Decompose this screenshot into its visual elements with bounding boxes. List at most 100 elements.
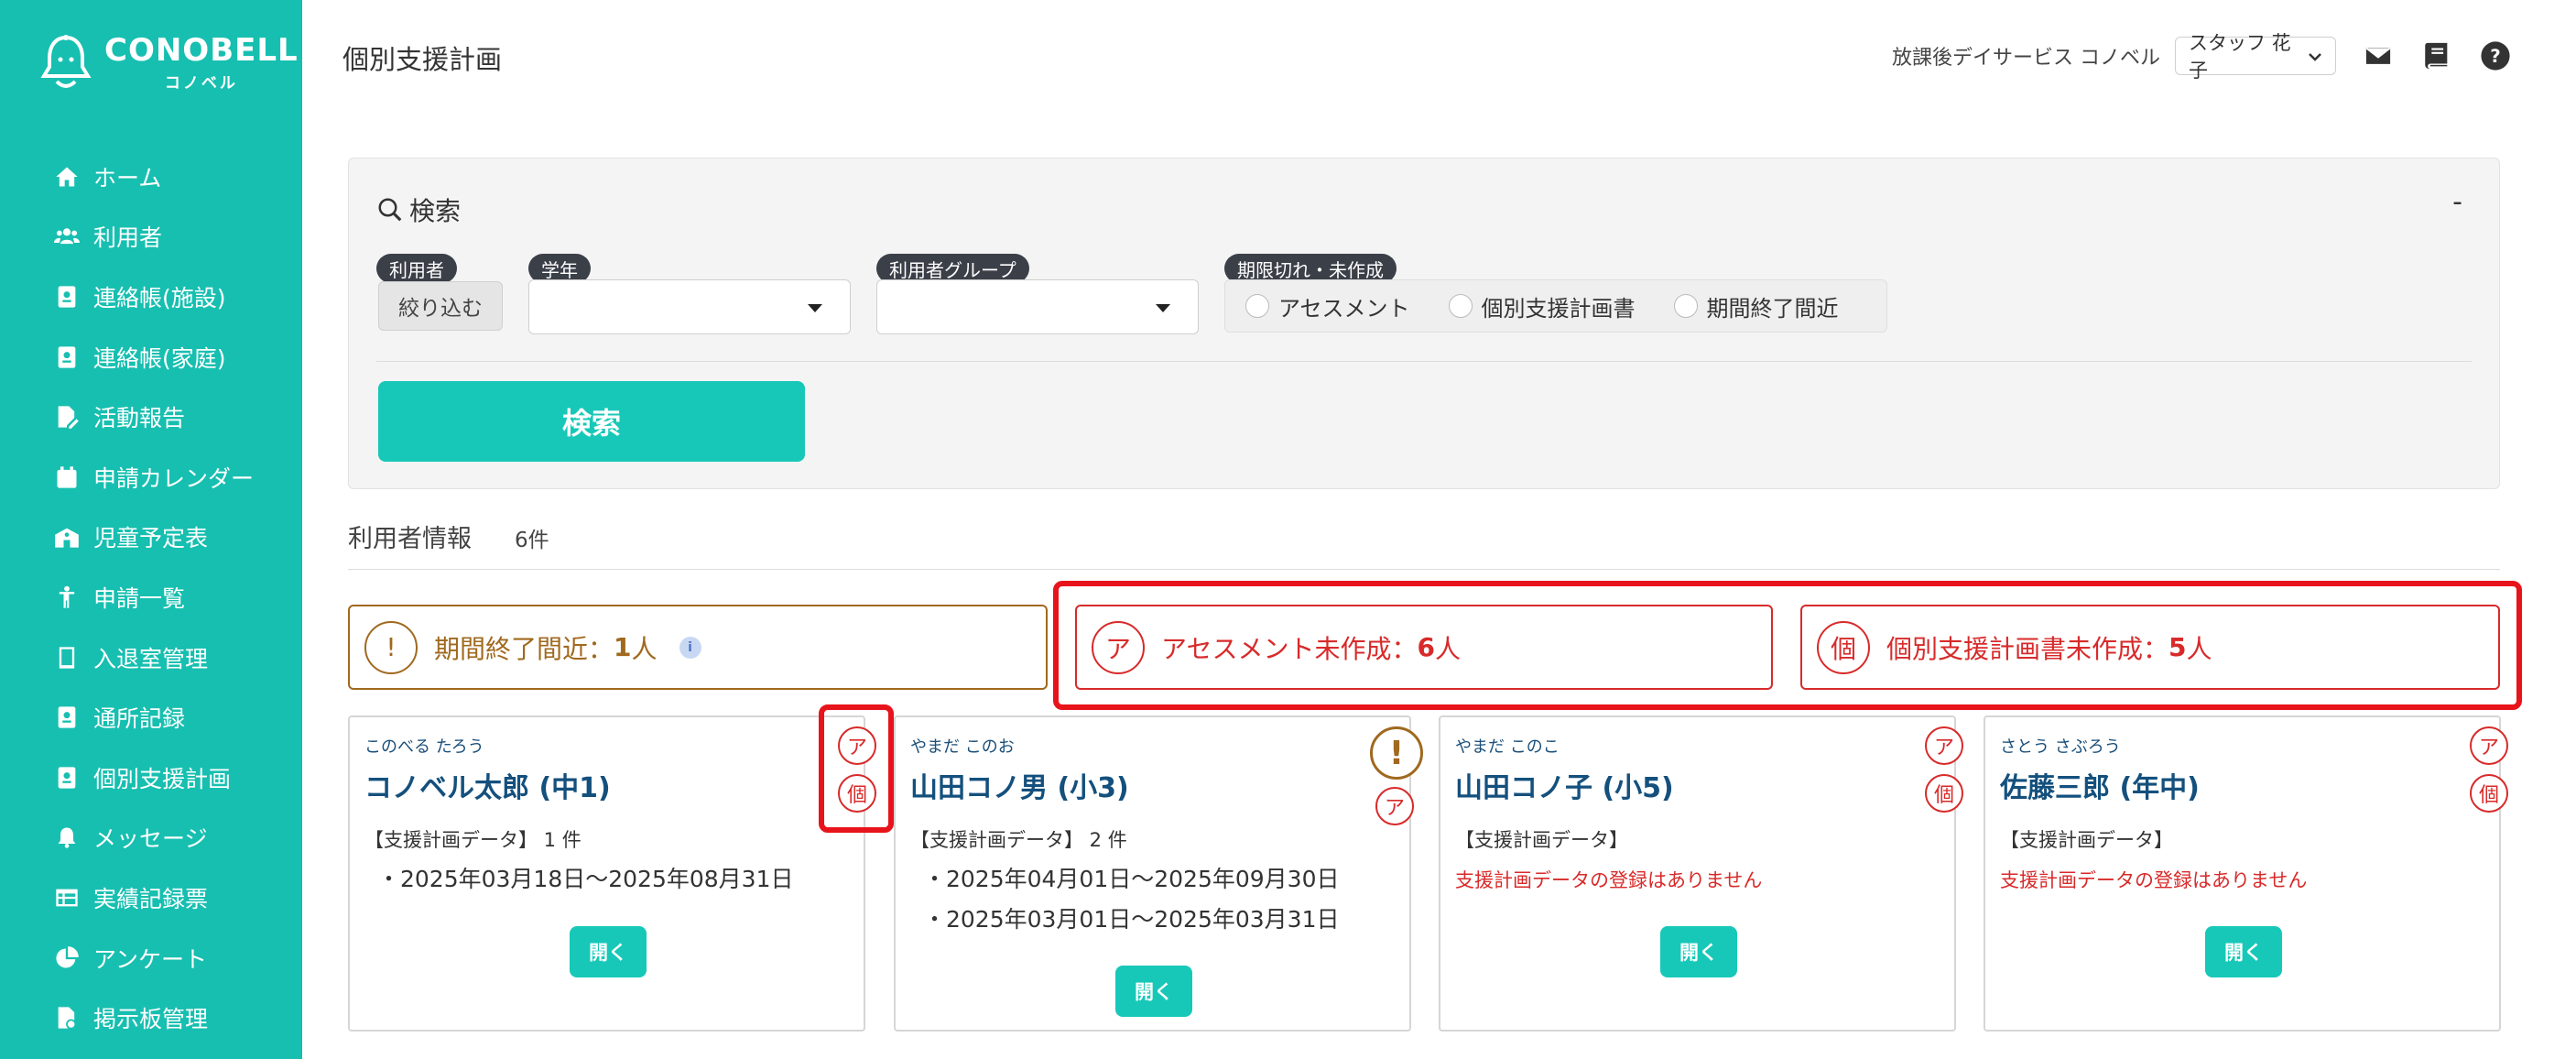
users-count: 6件 <box>515 529 549 552</box>
sidebar-item-request-list[interactable]: 申請一覧 <box>0 567 302 628</box>
grade-select[interactable] <box>528 279 851 334</box>
sidebar-item-users[interactable]: 利用者 <box>0 207 302 267</box>
users-icon <box>53 223 81 250</box>
info-icon[interactable]: i <box>679 636 701 659</box>
sidebar-item-entry-exit[interactable]: 入退室管理 <box>0 628 302 688</box>
radio-button[interactable] <box>1448 294 1473 318</box>
radio-period-ending[interactable]: 期間終了間近 <box>1673 290 1839 322</box>
sidebar-item-label: 利用者 <box>93 224 163 252</box>
sidebar-item-label: アンケート <box>93 945 208 973</box>
home-icon <box>53 163 81 191</box>
sidebar-item-activity-report[interactable]: 活動報告 <box>0 387 302 447</box>
highlight-box-alerts <box>1053 581 2522 710</box>
radio-label: 個別支援計画書 <box>1481 295 1636 322</box>
alert-unit: 人 <box>631 633 658 664</box>
sidebar-item-request-calendar[interactable]: 申請カレンダー <box>0 447 302 508</box>
help-icon[interactable]: ? <box>2479 39 2512 72</box>
sidebar-item-label: メッセージ <box>93 825 208 853</box>
user-name[interactable]: コノベル太郎 (中1) <box>364 765 611 805</box>
svg-text:?: ? <box>2490 46 2501 67</box>
plan-period: ・2025年03月18日～2025年08月31日 <box>377 866 794 892</box>
user-name[interactable]: 山田コノ男 (小3) <box>910 765 1129 805</box>
sidebar-item-home[interactable]: ホーム <box>0 147 302 207</box>
tablet-icon <box>53 644 81 671</box>
alert-period-ending[interactable]: ! 期間終了間近： 1 人 i <box>348 605 1048 690</box>
deadline-radio-group: アセスメント 個別支援計画書 期間終了間近 <box>1224 279 1887 333</box>
board-icon <box>53 1004 81 1032</box>
collapse-button[interactable]: - <box>2452 186 2462 218</box>
sidebar-item-child-schedule[interactable]: 児童予定表 <box>0 508 302 568</box>
mail-icon[interactable] <box>2362 39 2395 72</box>
alert-label: 期間終了間近： <box>434 633 614 664</box>
sidebar-item-label: 連絡帳(家庭) <box>93 344 226 372</box>
plan-data-summary: 【支援計画データ】 1 件 <box>364 829 582 851</box>
warning-icon: ! <box>1370 726 1423 780</box>
open-button[interactable]: 開く <box>2205 926 2282 977</box>
user-name[interactable]: 佐藤三郎 (年中) <box>2000 765 2200 805</box>
header-right: 放課後デイサービス コノベル スタッフ 花子 ? <box>1892 32 2512 82</box>
sidebar-item-label: 連絡帳(施設) <box>93 284 226 311</box>
plan-badge-icon: 個 <box>2470 774 2508 813</box>
sidebar-item-label: ホーム <box>93 164 162 191</box>
sidebar-item-label: 通所記録 <box>93 705 186 733</box>
sidebar-item-board[interactable]: 掲示板管理 <box>0 988 302 1048</box>
bell-logo-icon <box>40 34 92 88</box>
users-heading: 利用者情報 <box>348 525 472 553</box>
open-button[interactable]: 開く <box>1115 966 1192 1017</box>
table-icon <box>53 884 81 912</box>
user-card: やまだ このこ 山田コノ子 (小5) 【支援計画データ】 支援計画データの登録は… <box>1439 715 1963 1032</box>
radio-assessment[interactable]: アセスメント <box>1245 290 1410 322</box>
user-name[interactable]: 山田コノ子 (小5) <box>1455 765 1674 805</box>
open-button[interactable]: 開く <box>570 926 647 977</box>
app-logo[interactable]: CONOBELL コノベル <box>40 33 299 93</box>
radio-label: アセスメント <box>1278 295 1410 322</box>
divider <box>348 569 2500 570</box>
search-button[interactable]: 検索 <box>378 381 805 462</box>
plan-data-summary: 【支援計画データ】 <box>1455 829 1628 851</box>
sidebar-item-label: 入退室管理 <box>93 645 209 672</box>
user-card: さとう さぶろう 佐藤三郎 (年中) 【支援計画データ】 支援計画データの登録は… <box>1984 715 2508 1032</box>
contact-book-icon <box>53 283 81 311</box>
divider <box>376 361 2472 362</box>
plan-badge-icon: 個 <box>1925 774 1963 813</box>
facility-name: 放課後デイサービス コノベル <box>1892 47 2160 70</box>
user-kana: さとう さぶろう <box>2000 737 2121 757</box>
contact-book-icon <box>53 344 81 371</box>
sidebar-item-message[interactable]: メッセージ <box>0 808 302 868</box>
sidebar-item-attendance-record[interactable]: 通所記録 <box>0 687 302 748</box>
caret-down-icon <box>808 304 822 312</box>
assessment-badge-icon: ア <box>1925 726 1963 765</box>
search-title: 検索 <box>376 191 461 228</box>
chevron-down-icon <box>2308 45 2322 67</box>
staff-select[interactable]: スタッフ 花子 <box>2175 32 2336 82</box>
group-select[interactable] <box>876 279 1199 334</box>
sidebar-item-survey[interactable]: アンケート <box>0 928 302 988</box>
manual-book-icon[interactable] <box>2420 39 2453 72</box>
assessment-badge-icon: ア <box>2470 726 2508 765</box>
plan-period: ・2025年03月01日～2025年03月31日 <box>923 906 1340 933</box>
no-plan-data: 支援計画データの登録はありません <box>2000 869 2308 891</box>
sidebar-item-label: 児童予定表 <box>93 525 209 552</box>
sidebar-item-performance-record[interactable]: 実績記録票 <box>0 868 302 928</box>
contact-book-icon <box>53 764 81 792</box>
sidebar-item-label: 申請カレンダー <box>93 464 255 492</box>
alert-value: 1 <box>614 632 632 662</box>
plan-period: ・2025年04月01日～2025年09月30日 <box>923 866 1340 892</box>
bell-icon <box>53 824 81 851</box>
sidebar-item-contact-home[interactable]: 連絡帳(家庭) <box>0 327 302 388</box>
user-kana: このべる たろう <box>364 737 484 757</box>
sidebar-item-support-plan[interactable]: 個別支援計画 <box>0 748 302 808</box>
radio-support-plan[interactable]: 個別支援計画書 <box>1448 290 1636 322</box>
sidebar-item-label: 実績記録票 <box>93 885 209 912</box>
search-title-label: 検索 <box>409 196 462 226</box>
sidebar-item-contact-facility[interactable]: 連絡帳(施設) <box>0 267 302 327</box>
radio-button[interactable] <box>1673 294 1698 318</box>
highlight-box-badges <box>819 704 894 833</box>
radio-button[interactable] <box>1245 294 1269 318</box>
narrow-down-button[interactable]: 絞り込む <box>378 281 503 331</box>
sidebar-nav: ホーム 利用者 連絡帳(施設) 連絡帳(家庭) 活動報告 申請カレンダー 児童予… <box>0 147 302 1048</box>
user-card: このべる たろう コノベル太郎 (中1) 【支援計画データ】 1 件 ・2025… <box>348 715 876 1032</box>
sidebar-item-label: 個別支援計画 <box>93 765 232 792</box>
contact-book-icon <box>53 704 81 731</box>
open-button[interactable]: 開く <box>1660 926 1737 977</box>
